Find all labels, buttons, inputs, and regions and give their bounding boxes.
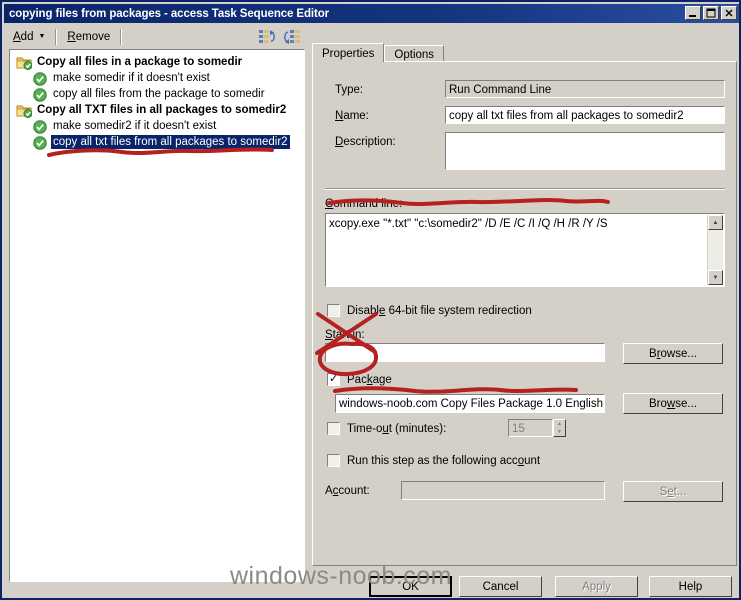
type-value: Run Command Line [445, 80, 725, 98]
tree-step-row[interactable]: copy all files from the package to somed… [10, 86, 304, 102]
command-line-value: xcopy.exe "*.txt" "c:\somedir2" /D /E /C… [329, 218, 608, 230]
task-sequence-tree[interactable]: Copy all files in a package to somedir ma… [9, 49, 305, 582]
toolbar-separator-2 [120, 28, 123, 45]
timeout-value[interactable]: 15 [508, 419, 553, 437]
tree-item-label: make somedir2 if it doesn't exist [53, 120, 217, 132]
spinner-up-icon[interactable]: ▲ [554, 420, 565, 428]
ok-button-label: OK [402, 580, 419, 593]
tab-options[interactable]: Options [384, 45, 445, 62]
tab-properties-label: Properties [322, 48, 375, 60]
package-browse-label: Browse... [649, 397, 697, 410]
window-title: copying files from packages - access Tas… [9, 7, 330, 20]
remove-button-label: Remove [67, 30, 111, 43]
name-label: Name: [335, 110, 369, 122]
green-check-icon [32, 119, 48, 134]
package-label: Package [347, 374, 392, 386]
tab-strip: Properties Options [312, 43, 737, 62]
description-label: Description: [335, 136, 396, 148]
start-in-browse-button[interactable]: Browse... [623, 343, 723, 364]
close-icon[interactable] [721, 6, 737, 20]
tree-step-row[interactable]: make somedir if it doesn't exist [10, 70, 304, 86]
account-input[interactable] [401, 481, 605, 500]
name-input[interactable]: copy all txt files from all packages to … [445, 106, 725, 124]
tab-options-label: Options [394, 49, 435, 61]
tree-step-row[interactable]: copy all txt files from all packages to … [10, 134, 304, 150]
chevron-down-icon: ▼ [38, 33, 46, 40]
section-divider [325, 188, 725, 190]
reorder-buttons [258, 28, 307, 46]
start-in-label: Start in: [325, 329, 365, 341]
client-area: Add ▼ Remove Copy all files in a package… [4, 23, 739, 598]
move-up-icon[interactable] [258, 28, 277, 46]
timeout-checkbox[interactable] [327, 422, 340, 435]
properties-pane: Properties Options Type: Run Command Lin… [312, 25, 737, 573]
window-controls [685, 6, 737, 20]
tree-group-row[interactable]: Copy all files in a package to somedir [10, 54, 304, 70]
folder-check-icon [16, 103, 33, 118]
properties-tab-page: Type: Run Command Line Name: copy all tx… [312, 61, 737, 566]
tab-properties[interactable]: Properties [312, 43, 385, 62]
green-check-icon [32, 71, 48, 86]
package-input[interactable]: windows-noob.com Copy Files Package 1.0 … [335, 394, 605, 413]
run-as-label: Run this step as the following account [347, 455, 541, 467]
disable-redirection-label: Disable 64-bit file system redirection [347, 305, 532, 317]
spinner-down-icon[interactable]: ▼ [554, 428, 565, 436]
tree-item-label: make somedir if it doesn't exist [53, 72, 210, 84]
title-bar: copying files from packages - access Tas… [4, 4, 739, 23]
apply-button-label: Apply [582, 580, 611, 593]
checkmark-icon: ✓ [329, 373, 339, 385]
type-label: Type: [335, 84, 364, 96]
help-button[interactable]: Help [649, 576, 732, 597]
add-button[interactable]: Add ▼ [6, 29, 52, 45]
tree-item-label: Copy all TXT files in all packages to so… [37, 104, 287, 116]
timeout-spinner[interactable]: ▲ ▼ [553, 419, 566, 437]
package-checkbox[interactable]: ✓ [327, 373, 340, 386]
account-label: Account: [325, 485, 370, 497]
timeout-label: Time-out (minutes): [347, 423, 447, 435]
minimize-icon[interactable] [685, 6, 701, 20]
run-as-checkbox[interactable] [327, 454, 340, 467]
move-down-icon[interactable] [282, 28, 301, 46]
description-input[interactable] [445, 132, 725, 170]
task-sequence-editor-window: copying files from packages - access Tas… [0, 0, 741, 600]
tree-item-label: copy all files from the package to somed… [53, 88, 265, 100]
ok-button[interactable]: OK [369, 576, 452, 597]
tree-rows: Copy all files in a package to somedir ma… [10, 54, 304, 150]
cancel-button-label: Cancel [482, 580, 519, 593]
account-set-label: Set... [659, 485, 687, 498]
command-line-scrollbar[interactable]: ▲ ▼ [707, 215, 723, 285]
tree-item-label: Copy all files in a package to somedir [37, 56, 243, 68]
command-line-label: Command line: [325, 198, 403, 210]
account-set-button[interactable]: Set... [623, 481, 723, 502]
start-in-browse-label: Browse... [649, 347, 697, 360]
start-in-input[interactable] [325, 343, 605, 362]
help-button-label: Help [678, 580, 703, 593]
tree-toolbar: Add ▼ Remove [6, 25, 307, 48]
tree-group-row[interactable]: Copy all TXT files in all packages to so… [10, 102, 304, 118]
scroll-down-icon[interactable]: ▼ [708, 270, 723, 285]
add-button-label: Add [13, 30, 34, 43]
package-browse-button[interactable]: Browse... [623, 393, 723, 414]
dialog-button-bar: OK Cancel Apply Help [4, 576, 739, 598]
folder-check-icon [16, 55, 33, 70]
remove-button[interactable]: Remove [60, 29, 117, 45]
scroll-up-icon[interactable]: ▲ [708, 215, 723, 230]
apply-button[interactable]: Apply [555, 576, 638, 597]
disable-redirection-checkbox[interactable] [327, 304, 340, 317]
command-line-input[interactable]: xcopy.exe "*.txt" "c:\somedir2" /D /E /C… [325, 213, 725, 287]
green-check-icon [32, 87, 48, 102]
toolbar-separator [55, 28, 58, 45]
tree-item-label: copy all txt files from all packages to … [51, 135, 290, 149]
cancel-button[interactable]: Cancel [459, 576, 542, 597]
green-check-icon [32, 135, 48, 150]
tree-step-row[interactable]: make somedir2 if it doesn't exist [10, 118, 304, 134]
maximize-icon[interactable] [703, 6, 719, 20]
